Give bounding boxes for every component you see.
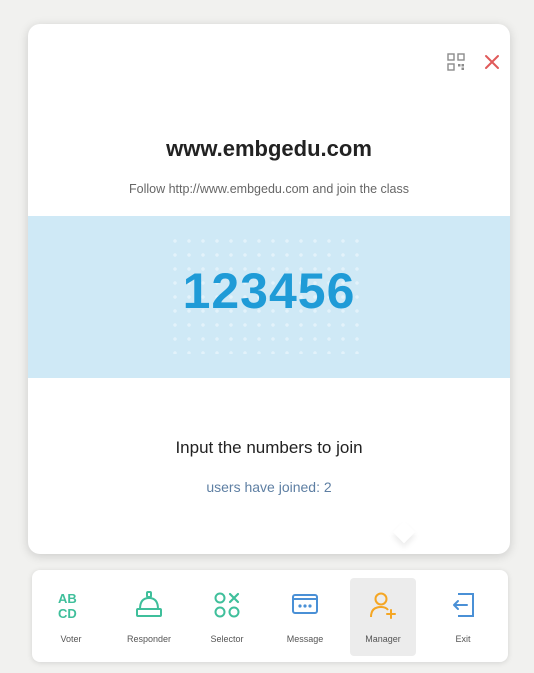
join-instructions: Follow http://www.embgedu.com and join t… — [129, 182, 409, 196]
joined-users-status: users have joined: 2 — [206, 479, 332, 495]
svg-text:CD: CD — [58, 606, 77, 620]
abcd-icon: AB CD — [54, 588, 88, 622]
tool-label: Voter — [60, 634, 82, 644]
tool-selector[interactable]: Selector — [194, 578, 260, 656]
tool-exit[interactable]: Exit — [430, 578, 496, 656]
tool-label: Selector — [210, 634, 244, 644]
site-title: www.embgedu.com — [166, 136, 372, 161]
tool-label: Responder — [126, 634, 172, 644]
tool-message[interactable]: Message — [272, 578, 338, 656]
tool-label: Message — [286, 634, 324, 644]
svg-text:AB: AB — [58, 591, 77, 606]
input-hint: Input the numbers to join — [175, 438, 363, 457]
tool-label: Manager — [365, 634, 401, 644]
classroom-toolbar: AB CD Voter Responder Selector Message M… — [32, 570, 508, 662]
buzzer-icon — [132, 588, 166, 622]
selector-icon — [210, 588, 244, 622]
tool-label: Exit — [455, 634, 471, 644]
tool-responder[interactable]: Responder — [116, 578, 182, 656]
add-user-icon — [366, 588, 400, 622]
qr-code-icon[interactable] — [444, 50, 468, 74]
close-icon[interactable] — [480, 50, 504, 74]
class-code: 123456 — [182, 263, 356, 319]
tool-voter[interactable]: AB CD Voter — [38, 578, 104, 656]
exit-icon — [446, 588, 480, 622]
message-icon — [288, 588, 322, 622]
tool-manager[interactable]: Manager — [350, 578, 416, 656]
class-code-band: 123456 — [28, 216, 510, 378]
join-class-popup: www.embgedu.com Follow http://www.embged… — [28, 24, 510, 554]
